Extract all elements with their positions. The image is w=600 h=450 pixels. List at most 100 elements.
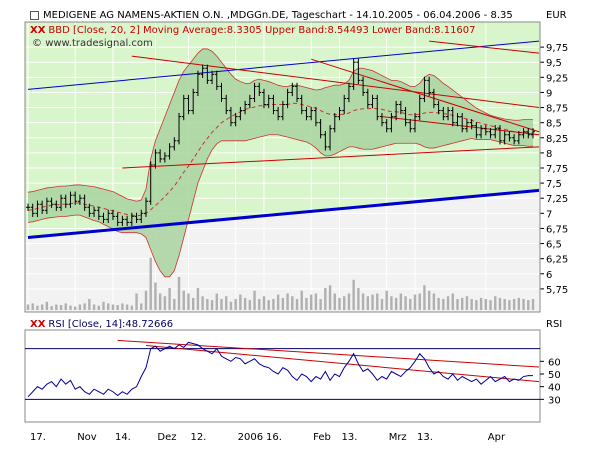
y-tick-label: 7,25 [546, 194, 568, 205]
volume-bar [295, 299, 299, 310]
volume-bar [201, 296, 204, 310]
volume-bar [291, 296, 294, 310]
y-tick-label: 6,5 [546, 240, 562, 251]
volume-bar [309, 294, 313, 310]
volume-bar [517, 297, 521, 310]
volume-bar [272, 299, 275, 310]
volume-bar [168, 288, 171, 310]
volume-bar [140, 303, 143, 310]
volume-bar [300, 290, 303, 310]
volume-bar [158, 293, 162, 310]
volume-bar [371, 294, 374, 310]
indicator-cross-icon: XX [30, 25, 46, 36]
volume-bar [173, 299, 176, 310]
volume-bar [418, 293, 421, 310]
volume-bar [102, 301, 105, 310]
volume-bar [177, 277, 181, 310]
x-tick-label: 2006 [238, 432, 263, 443]
volume-bar [446, 296, 450, 310]
volume-bar [31, 303, 34, 310]
volume-bar [262, 296, 266, 310]
volume-bar [163, 296, 167, 310]
volume-bar [182, 290, 185, 310]
x-tick-label: Dez [157, 432, 176, 443]
checkbox-icon [30, 10, 39, 20]
bbd-legend-bar: XX BBD [Close, 20, 2] Moving Average:8.33… [30, 25, 476, 37]
volume-bar [196, 288, 200, 310]
volume-bar [494, 296, 497, 310]
volume-bar [338, 297, 341, 310]
volume-bar [149, 257, 152, 310]
x-tick-label: Mrz [389, 432, 407, 443]
rsi-axis-label: RSI [546, 319, 563, 330]
volume-bar [508, 300, 511, 310]
x-tick-label: 14. [115, 432, 131, 443]
volume-bar [50, 306, 53, 310]
y-tick-label: 9,5 [546, 58, 562, 69]
x-tick-label: 12. [190, 432, 206, 443]
volume-bar [427, 290, 431, 310]
volume-bar [333, 293, 336, 310]
y-tick-label: 7 [546, 209, 552, 220]
volume-bar [239, 294, 242, 310]
volume-bar [125, 304, 129, 310]
volume-bar [97, 305, 100, 310]
volume-bar [215, 293, 218, 310]
volume-bar [26, 304, 30, 310]
volume-bar [286, 293, 289, 310]
volume-bar [83, 303, 86, 310]
volume-bar [225, 296, 228, 310]
volume-bar [503, 299, 506, 310]
volume-bar [361, 293, 365, 310]
volume-bar [121, 303, 124, 310]
volume-bar [111, 304, 115, 310]
volume-bar [461, 297, 464, 310]
volume-bar [366, 296, 370, 310]
volume-bar [404, 296, 407, 310]
y-tick-label: 7,75 [546, 164, 568, 175]
volume-bar [352, 279, 355, 310]
volume-bar [475, 300, 478, 310]
y-tick-label: 9,75 [546, 43, 568, 54]
volume-bar [78, 304, 82, 310]
currency-label: EUR [546, 10, 567, 21]
volume-bar [357, 288, 360, 310]
volume-bar [380, 299, 384, 310]
volume-bar [92, 304, 96, 310]
watermark-text: www.tradesignal.com [45, 38, 153, 49]
volume-bar [45, 301, 49, 310]
volume-bar [210, 300, 214, 310]
volume-bar [437, 297, 440, 310]
x-tick-label: 16. [266, 432, 282, 443]
volume-bar [319, 299, 322, 310]
volume-bar [489, 300, 492, 310]
volume-bar [413, 294, 417, 310]
volume-bar [399, 293, 403, 310]
volume-bar [191, 297, 195, 310]
volume-bar [116, 305, 119, 310]
x-tick-label: Nov [77, 432, 97, 443]
volume-bar [484, 299, 488, 310]
volume-bar [324, 288, 327, 310]
volume-bar [385, 290, 388, 310]
volume-bar [243, 297, 247, 310]
rsi-y-tick-label: 40 [548, 383, 561, 394]
y-tick-label: 8,5 [546, 119, 562, 130]
y-tick-label: 6,25 [546, 255, 568, 266]
y-tick-label: 8,25 [546, 134, 568, 145]
chart-title: MEDIGENE AG NAMENS-AKTIEN O.N. ,MDGGn.DE… [43, 10, 513, 21]
y-tick-label: 5,75 [546, 285, 568, 296]
volume-bar [36, 305, 39, 310]
volume-bar [276, 294, 280, 310]
volume-bar [465, 296, 469, 310]
volume-bar [522, 299, 525, 310]
volume-bar [456, 299, 459, 310]
rsi-y-tick-label: 30 [548, 395, 561, 406]
volume-bar [479, 297, 483, 310]
volume-bar [442, 299, 445, 310]
volume-bar [394, 297, 398, 310]
x-tick-label: 17. [30, 432, 46, 443]
volume-bar [107, 303, 110, 310]
volume-bar [314, 293, 318, 310]
rsi-y-tick-label: 50 [548, 370, 561, 381]
